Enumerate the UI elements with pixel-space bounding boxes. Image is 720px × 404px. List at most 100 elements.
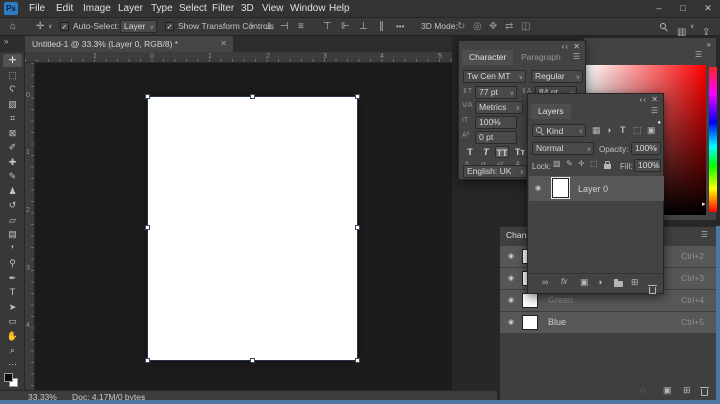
- close-panel-icon[interactable]: ✕: [651, 95, 659, 104]
- tab-paragraph[interactable]: Paragraph: [514, 50, 568, 65]
- window-maximize-button[interactable]: □: [672, 0, 694, 16]
- scale-3d-icon[interactable]: ◫: [521, 18, 530, 35]
- filter-smart-objects-icon[interactable]: ▣: [647, 125, 656, 136]
- chevron-down-icon[interactable]: ∨: [48, 19, 52, 36]
- lock-image-pixels-icon[interactable]: ✎: [566, 159, 573, 168]
- channel-row-blue[interactable]: ◉ Blue Ctrl+5: [500, 312, 716, 333]
- foreground-color-swatch[interactable]: [4, 373, 13, 382]
- eyedropper-tool[interactable]: ✐: [3, 141, 22, 154]
- font-size-field[interactable]: 77 pt ∨: [475, 86, 517, 99]
- language-dropdown[interactable]: English: UK ∨: [463, 165, 527, 178]
- dock-expand-icon[interactable]: »: [707, 40, 712, 49]
- menu-help[interactable]: Help: [322, 0, 357, 17]
- filter-toggle-icon[interactable]: ●: [657, 120, 661, 126]
- crop-tool[interactable]: ⌗: [3, 112, 22, 125]
- lock-transparent-pixels-icon[interactable]: ▨: [553, 159, 561, 168]
- window-close-button[interactable]: ✕: [697, 0, 719, 16]
- filter-adjustment-layers-icon[interactable]: ◑: [606, 125, 611, 135]
- auto-select-target-dropdown[interactable]: Layer ∨: [120, 20, 157, 33]
- frame-tool[interactable]: ⊠: [3, 127, 22, 140]
- drag-3d-icon[interactable]: ✥: [489, 18, 497, 35]
- style-small-caps-button[interactable]: Tᴛ: [513, 146, 527, 158]
- link-layers-icon[interactable]: ∞: [542, 277, 548, 287]
- transform-handle-bottom-right[interactable]: [355, 358, 360, 363]
- visibility-eye-icon[interactable]: ◉: [508, 252, 514, 260]
- hand-tool[interactable]: ✋: [3, 330, 22, 343]
- orbit-3d-icon[interactable]: ↻: [457, 18, 465, 35]
- save-selection-icon[interactable]: ▣: [663, 385, 672, 396]
- align-left-edges-icon[interactable]: ⊦: [250, 18, 255, 35]
- transform-handle-bottom-center[interactable]: [250, 358, 255, 363]
- layers-panel-menu-icon[interactable]: ☰: [651, 106, 658, 115]
- gradient-tool[interactable]: ▤: [3, 228, 22, 241]
- slide-3d-icon[interactable]: ⇄: [505, 18, 513, 35]
- load-selection-icon[interactable]: ◌: [640, 385, 645, 395]
- color-panel-menu-icon[interactable]: ☰: [695, 50, 702, 59]
- style-bold-button[interactable]: T: [463, 146, 477, 158]
- hue-slider[interactable]: [709, 67, 717, 212]
- history-brush-tool[interactable]: ↺: [3, 199, 22, 212]
- tab-character[interactable]: Character: [462, 50, 514, 65]
- close-panel-icon[interactable]: ✕: [573, 42, 581, 51]
- pen-tool[interactable]: ✒: [3, 272, 22, 285]
- channel-thumbnail[interactable]: [522, 293, 538, 308]
- collapse-panel-icon[interactable]: ‹‹: [640, 95, 647, 104]
- new-channel-icon[interactable]: ⊞: [683, 385, 691, 396]
- style-all-caps-button[interactable]: TT: [495, 146, 509, 158]
- blend-mode-dropdown[interactable]: Normal ∨: [532, 142, 594, 155]
- roll-3d-icon[interactable]: ◎: [473, 18, 482, 35]
- layer-thumbnail[interactable]: [552, 178, 569, 198]
- object-selection-tool[interactable]: ▧: [3, 98, 22, 111]
- baseline-shift-field[interactable]: 0 pt: [475, 131, 517, 144]
- vertical-scale-field[interactable]: 100%: [475, 116, 517, 129]
- lock-position-icon[interactable]: ✛: [578, 159, 585, 168]
- transform-handle-middle-right[interactable]: [355, 225, 360, 230]
- home-icon[interactable]: ⌂: [10, 18, 16, 35]
- toolbar-collapse-icon[interactable]: »: [4, 37, 9, 46]
- eraser-tool[interactable]: ▱: [3, 214, 22, 227]
- close-tab-icon[interactable]: ✕: [220, 36, 227, 52]
- visibility-eye-icon[interactable]: ◉: [508, 318, 514, 326]
- transform-handle-top-center[interactable]: [250, 94, 255, 99]
- transform-handle-bottom-left[interactable]: [145, 358, 150, 363]
- align-horizontal-centers-icon[interactable]: ⊥: [265, 18, 274, 35]
- new-layer-icon[interactable]: ⊞: [631, 277, 639, 288]
- delete-layer-icon[interactable]: [648, 285, 657, 294]
- visibility-eye-icon[interactable]: ◉: [508, 296, 514, 304]
- auto-select-checkbox[interactable]: ✓: [60, 22, 69, 31]
- filter-type-layers-icon[interactable]: T: [620, 125, 626, 135]
- move-tool[interactable]: ✛: [3, 54, 22, 67]
- type-tool[interactable]: T: [3, 286, 22, 299]
- align-top-edges-icon[interactable]: ⊤: [323, 18, 332, 35]
- opacity-field[interactable]: 100% ∨: [631, 142, 661, 155]
- search-icon[interactable]: [660, 23, 666, 29]
- more-options-icon[interactable]: •••: [396, 18, 404, 35]
- menu-file[interactable]: File: [22, 0, 52, 17]
- character-panel-menu-icon[interactable]: ☰: [573, 52, 580, 61]
- more-tools-icon[interactable]: ⋯: [3, 358, 22, 371]
- chevron-down-icon[interactable]: ∨: [690, 19, 694, 36]
- window-minimize-button[interactable]: –: [648, 0, 670, 16]
- font-style-dropdown[interactable]: Regular ∨: [531, 70, 583, 83]
- lock-artboard-icon[interactable]: ⬚: [590, 159, 598, 168]
- fill-field[interactable]: 100% ∨: [634, 159, 661, 172]
- align-right-edges-icon[interactable]: ⊣: [280, 18, 289, 35]
- lasso-tool[interactable]: Ϛ: [3, 83, 22, 96]
- transform-handle-middle-left[interactable]: [145, 225, 150, 230]
- filter-shape-layers-icon[interactable]: ⬚: [633, 125, 642, 136]
- transform-handle-top-left[interactable]: [145, 94, 150, 99]
- layer-style-icon[interactable]: fx: [561, 277, 567, 286]
- filter-kind-dropdown[interactable]: Kind ∨: [532, 124, 586, 137]
- brush-tool[interactable]: ✎: [3, 170, 22, 183]
- show-transform-checkbox[interactable]: ✓: [165, 22, 174, 31]
- channels-panel-menu-icon[interactable]: ☰: [701, 230, 708, 239]
- distribute-horizontal-icon[interactable]: ≡: [298, 18, 304, 35]
- blur-tool[interactable]: ❜: [3, 243, 22, 256]
- visibility-eye-icon[interactable]: ◉: [508, 274, 514, 282]
- font-family-dropdown[interactable]: Tw Cen MT ∨: [463, 70, 526, 83]
- layer-name[interactable]: Layer 0: [578, 184, 608, 194]
- adjustment-layer-icon[interactable]: ◑: [597, 277, 602, 287]
- channel-thumbnail[interactable]: [522, 315, 538, 330]
- distribute-vertical-icon[interactable]: ∥: [379, 18, 384, 35]
- align-bottom-edges-icon[interactable]: ⊥: [359, 18, 368, 35]
